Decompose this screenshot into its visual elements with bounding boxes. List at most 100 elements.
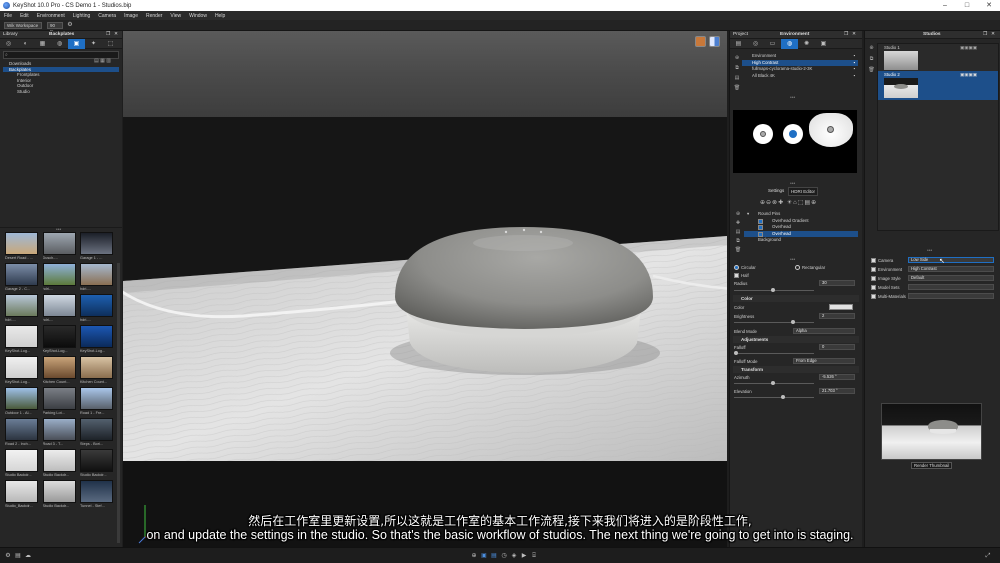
- thumbnail-scrollbar[interactable]: [117, 263, 120, 543]
- studio-2-toggle-icons[interactable]: ▣▣▣▣: [960, 72, 977, 78]
- backplate-thumbnail[interactable]: [5, 449, 38, 472]
- material-tab-icon[interactable]: ◎: [747, 39, 764, 49]
- blend-mode-dropdown[interactable]: Alpha: [793, 328, 855, 334]
- menu-help[interactable]: Help: [211, 13, 229, 19]
- backplate-thumbnail[interactable]: [42, 449, 76, 472]
- backplate-thumbnail[interactable]: [80, 232, 113, 255]
- environments-tab-icon[interactable]: ◍: [51, 39, 68, 49]
- render-thumbnail-button[interactable]: Render Thumbnail: [911, 462, 953, 469]
- screenshot-icon[interactable]: ⌸: [530, 552, 538, 560]
- pin-side-icons[interactable]: ⊕ ✚ ▤ ⧉ 🗑: [734, 210, 742, 255]
- hdri-toolbar-icons[interactable]: ⊕⊖⊗✚ ☀⌂⬚▤⊕: [760, 199, 840, 206]
- backplate-thumbnail[interactable]: [80, 449, 113, 472]
- camera-checkbox[interactable]: [871, 258, 876, 263]
- viewport-scene[interactable]: [123, 31, 727, 547]
- close-panel-icon[interactable]: ✕: [991, 31, 995, 39]
- splitter-grip-icon[interactable]: •••: [790, 95, 795, 101]
- gear-icon[interactable]: ⚙: [66, 21, 74, 29]
- project-icon[interactable]: ▤: [490, 552, 498, 560]
- backplate-thumbnail[interactable]: [80, 263, 113, 286]
- lighting-preset-icon[interactable]: [695, 36, 706, 47]
- falloff-slider-knob[interactable]: [734, 351, 738, 355]
- radius-slider-knob[interactable]: [771, 288, 775, 292]
- menu-lighting[interactable]: Lighting: [69, 13, 95, 19]
- backplate-thumbnail[interactable]: [80, 418, 113, 441]
- studio-1-toggle-icons[interactable]: ▣▣▣▣: [960, 45, 977, 51]
- camera-dropdown[interactable]: Low Side: [908, 257, 994, 263]
- light-pin-1[interactable]: [753, 124, 773, 144]
- model-sets-dropdown[interactable]: [908, 284, 994, 290]
- hdri-editor-subtab[interactable]: HDRI Editor: [788, 187, 819, 196]
- image-style-dropdown[interactable]: Default: [908, 275, 994, 281]
- animation-icon[interactable]: ◷: [500, 552, 508, 560]
- color-section-header[interactable]: Color: [733, 295, 859, 302]
- radius-field[interactable]: 30: [819, 280, 855, 286]
- menu-view[interactable]: View: [166, 13, 185, 19]
- import-icon[interactable]: ⊕: [470, 552, 478, 560]
- brightness-field[interactable]: 2: [819, 313, 855, 319]
- backplate-thumbnail[interactable]: [80, 356, 113, 379]
- cloud-library-icon[interactable]: ☁: [24, 552, 32, 560]
- workspace-dropdown[interactable]: Wik Workspace: [4, 22, 42, 29]
- image-tab-icon[interactable]: ▣: [815, 39, 832, 49]
- menu-camera[interactable]: Camera: [94, 13, 120, 19]
- close-button[interactable]: ✕: [978, 0, 1000, 11]
- backplate-thumbnail[interactable]: [5, 232, 38, 255]
- hdri-preview[interactable]: [733, 110, 857, 173]
- zoom-field[interactable]: 90 %: [47, 22, 63, 34]
- render-icon[interactable]: ▶: [520, 552, 528, 560]
- multi-materials-checkbox[interactable]: [871, 294, 876, 299]
- keyshotxr-icon[interactable]: ◈: [510, 552, 518, 560]
- studio-item-2[interactable]: Studio 2 ▣▣▣▣: [878, 71, 998, 100]
- transform-section-header[interactable]: Transform: [733, 366, 859, 373]
- model-sets-checkbox[interactable]: [871, 285, 876, 290]
- backplate-thumbnail[interactable]: [5, 325, 38, 348]
- menu-image[interactable]: Image: [120, 13, 142, 19]
- models-tab-icon[interactable]: ⬚: [102, 39, 119, 49]
- brightness-slider-knob[interactable]: [791, 320, 795, 324]
- visibility-checkbox[interactable]: [758, 218, 763, 224]
- backplate-thumbnail[interactable]: [5, 294, 38, 317]
- backplate-thumbnail[interactable]: [5, 480, 38, 503]
- textures-tab-icon[interactable]: ▦: [34, 39, 51, 49]
- float-panel-icon[interactable]: ❐: [983, 31, 987, 39]
- splitter-grip-icon[interactable]: •••: [790, 257, 795, 263]
- float-panel-icon[interactable]: ❐: [106, 31, 110, 39]
- studio-item-1[interactable]: Studio 1 ▣▣▣▣: [878, 44, 998, 71]
- backplate-thumbnail[interactable]: [5, 418, 38, 441]
- favorites-tab-icon[interactable]: ✦: [85, 39, 102, 49]
- light-pin-overhead[interactable]: [809, 113, 853, 147]
- pin-item-background[interactable]: Background: [744, 237, 858, 244]
- render-viewport[interactable]: [123, 31, 727, 547]
- menu-edit[interactable]: Edit: [16, 13, 33, 19]
- view-toggle-icons[interactable]: ▤ ▦ ▥: [94, 58, 111, 64]
- light-pin-2[interactable]: [783, 124, 803, 144]
- backplate-thumbnail[interactable]: [42, 418, 76, 441]
- environment-tab-icon[interactable]: ◍: [781, 38, 798, 49]
- backplate-thumbnail[interactable]: [5, 356, 38, 379]
- colors-tab-icon[interactable]: ◐: [17, 39, 34, 49]
- rectangular-radio[interactable]: [795, 265, 800, 270]
- azimuth-slider-knob[interactable]: [771, 381, 775, 385]
- image-style-checkbox[interactable]: [871, 276, 876, 281]
- scene-tab-icon[interactable]: ▤: [730, 39, 747, 49]
- backplate-thumbnail[interactable]: [80, 325, 113, 348]
- close-panel-icon[interactable]: ✕: [114, 31, 118, 39]
- library-toggle-icon[interactable]: ▤: [14, 552, 22, 560]
- environment-checkbox[interactable]: [871, 267, 876, 272]
- backplate-thumbnail[interactable]: [5, 387, 38, 410]
- float-panel-icon[interactable]: ❐: [844, 31, 848, 39]
- falloff-mode-dropdown[interactable]: From Edge: [793, 358, 855, 364]
- camera-tab-icon[interactable]: ▭: [764, 39, 781, 49]
- backplate-thumbnail[interactable]: [42, 232, 76, 255]
- backplate-thumbnail[interactable]: [42, 263, 76, 286]
- visibility-checkbox[interactable]: [758, 231, 763, 237]
- circular-radio[interactable]: [734, 265, 739, 270]
- menu-file[interactable]: File: [0, 13, 16, 19]
- expand-icon[interactable]: ⤢: [984, 552, 992, 560]
- elevation-field[interactable]: 21.703 °: [819, 388, 855, 394]
- menu-render[interactable]: Render: [142, 13, 166, 19]
- azimuth-field[interactable]: -5.526 °: [819, 374, 855, 380]
- adjustments-section-header[interactable]: Adjustments: [733, 336, 859, 343]
- falloff-slider-track[interactable]: [734, 353, 814, 354]
